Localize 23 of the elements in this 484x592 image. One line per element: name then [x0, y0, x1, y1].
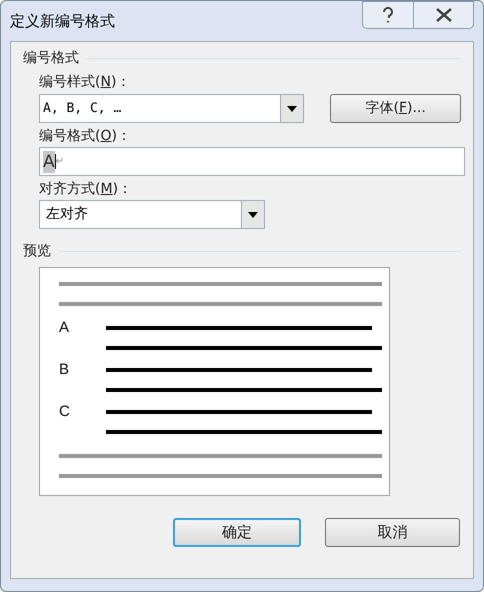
number-format-field[interactable]: A↵: [39, 147, 465, 176]
dropdown-value: 左对齐: [45, 205, 89, 224]
font-button[interactable]: 字体(F)...: [330, 94, 461, 123]
preview-number: C: [59, 403, 70, 420]
paragraph-mark: ↵: [54, 154, 64, 169]
field-value: A: [43, 150, 55, 172]
window-title: 定义新编号格式: [10, 10, 115, 32]
alignment-dropdown[interactable]: 左对齐: [39, 200, 265, 229]
field-label: 对齐方式(M)：: [39, 180, 132, 199]
group-title: 预览: [23, 242, 51, 260]
close-icon: [434, 8, 452, 22]
number-style-dropdown[interactable]: A, B, C, …: [39, 94, 304, 123]
close-button[interactable]: [414, 1, 474, 29]
help-button[interactable]: [362, 1, 414, 29]
preview-number: A: [59, 319, 70, 336]
field-label: 编号格式(O)：: [39, 127, 131, 146]
field-label: 编号样式(N)：: [39, 73, 130, 92]
group-title: 编号格式: [23, 48, 79, 68]
help-icon: [381, 6, 395, 24]
dialog-button[interactable]: 确定: [173, 518, 301, 547]
dialog-button[interactable]: 取消: [325, 518, 460, 547]
dropdown-value: A, B, C, …: [42, 100, 122, 118]
preview-number: B: [59, 361, 70, 378]
